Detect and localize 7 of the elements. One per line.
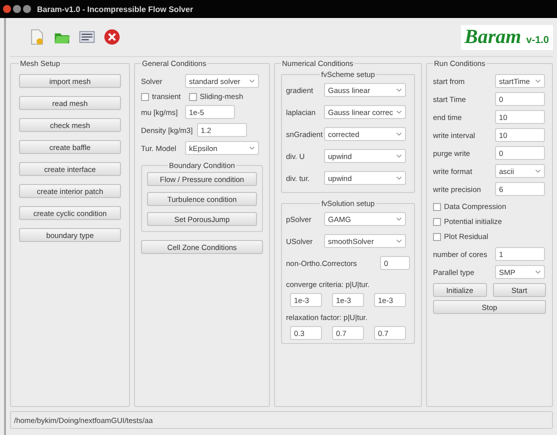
maximize-icon[interactable] <box>23 5 31 13</box>
close-icon[interactable] <box>3 5 11 13</box>
window-title: Baram-v1.0 - Incompressible Flow Solver <box>37 4 194 14</box>
logo: Baram v-1.0 <box>460 24 553 50</box>
exit-icon[interactable] <box>103 28 121 46</box>
minimize-icon[interactable] <box>13 5 21 13</box>
document-icon[interactable] <box>78 28 96 46</box>
